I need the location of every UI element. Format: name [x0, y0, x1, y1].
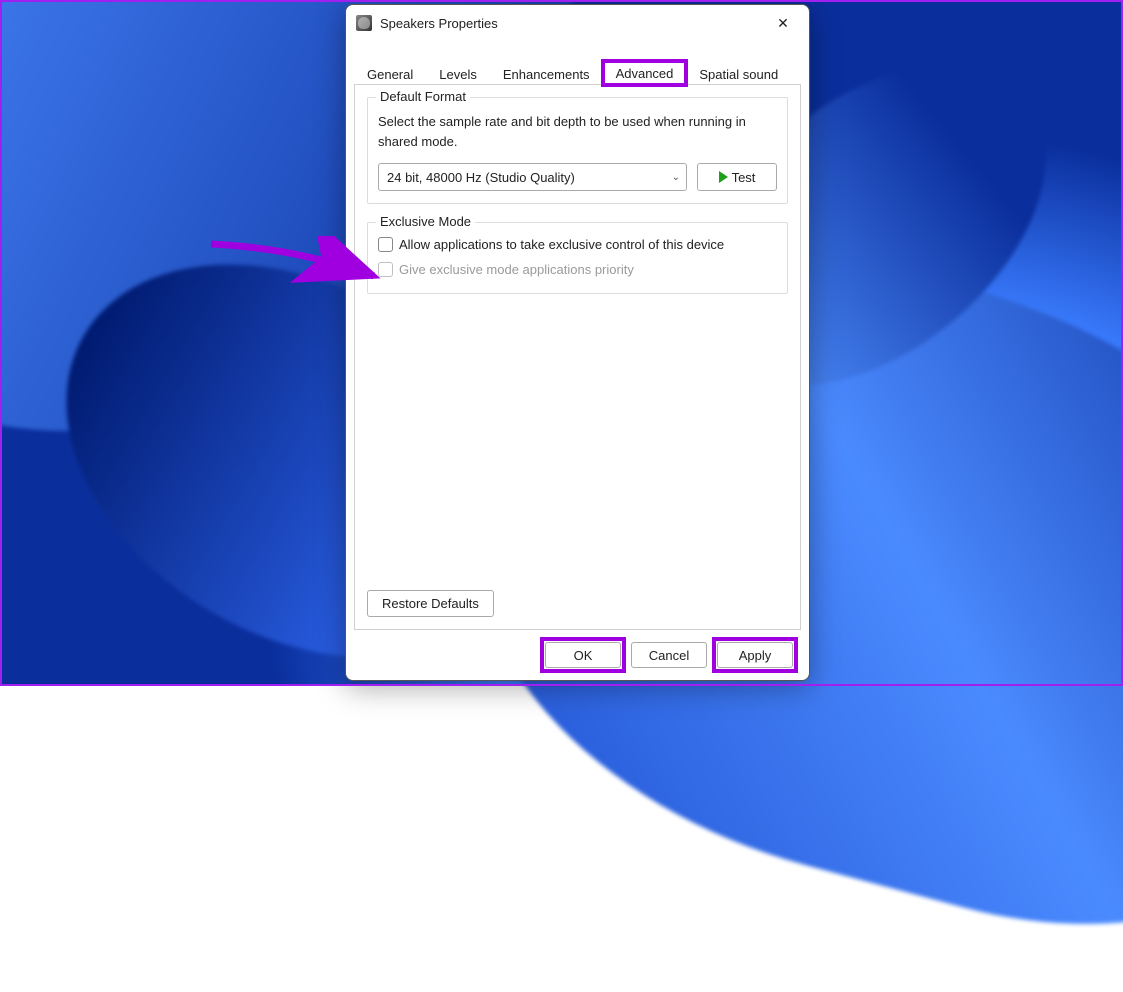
group-legend-exclusive-mode: Exclusive Mode	[376, 214, 475, 229]
default-format-description: Select the sample rate and bit depth to …	[378, 112, 777, 151]
speakers-properties-dialog: Speakers Properties ✕ General Levels Enh…	[345, 4, 810, 681]
tab-levels[interactable]: Levels	[426, 63, 490, 85]
ok-button[interactable]: OK	[545, 642, 621, 668]
dialog-footer: OK Cancel Apply	[346, 630, 809, 680]
chevron-down-icon: ⌄	[672, 172, 680, 183]
priority-label: Give exclusive mode applications priorit…	[399, 262, 634, 277]
tab-enhancements[interactable]: Enhancements	[490, 63, 603, 85]
tab-general[interactable]: General	[354, 63, 426, 85]
priority-row: Give exclusive mode applications priorit…	[378, 262, 777, 277]
close-button[interactable]: ✕	[761, 8, 805, 38]
tab-strip: General Levels Enhancements Advanced Spa…	[346, 61, 809, 85]
cancel-button[interactable]: Cancel	[631, 642, 707, 668]
tab-panel-advanced: Default Format Select the sample rate an…	[354, 84, 801, 630]
test-button[interactable]: Test	[697, 163, 777, 191]
group-default-format: Default Format Select the sample rate an…	[367, 97, 788, 204]
restore-defaults-button[interactable]: Restore Defaults	[367, 590, 494, 617]
allow-exclusive-label: Allow applications to take exclusive con…	[399, 237, 724, 252]
speaker-icon	[356, 15, 372, 31]
apply-button[interactable]: Apply	[717, 642, 793, 668]
priority-checkbox	[378, 262, 393, 277]
group-exclusive-mode: Exclusive Mode Allow applications to tak…	[367, 222, 788, 294]
sample-rate-value: 24 bit, 48000 Hz (Studio Quality)	[387, 170, 575, 185]
play-icon	[719, 171, 728, 183]
tab-advanced[interactable]: Advanced	[603, 62, 687, 85]
titlebar: Speakers Properties ✕	[346, 5, 809, 41]
window-title: Speakers Properties	[380, 16, 761, 31]
sample-rate-select[interactable]: 24 bit, 48000 Hz (Studio Quality) ⌄	[378, 163, 687, 191]
allow-exclusive-checkbox[interactable]	[378, 237, 393, 252]
close-icon: ✕	[777, 15, 789, 32]
group-legend-default-format: Default Format	[376, 89, 470, 104]
allow-exclusive-row[interactable]: Allow applications to take exclusive con…	[378, 237, 777, 252]
tab-spatial-sound[interactable]: Spatial sound	[686, 63, 791, 85]
